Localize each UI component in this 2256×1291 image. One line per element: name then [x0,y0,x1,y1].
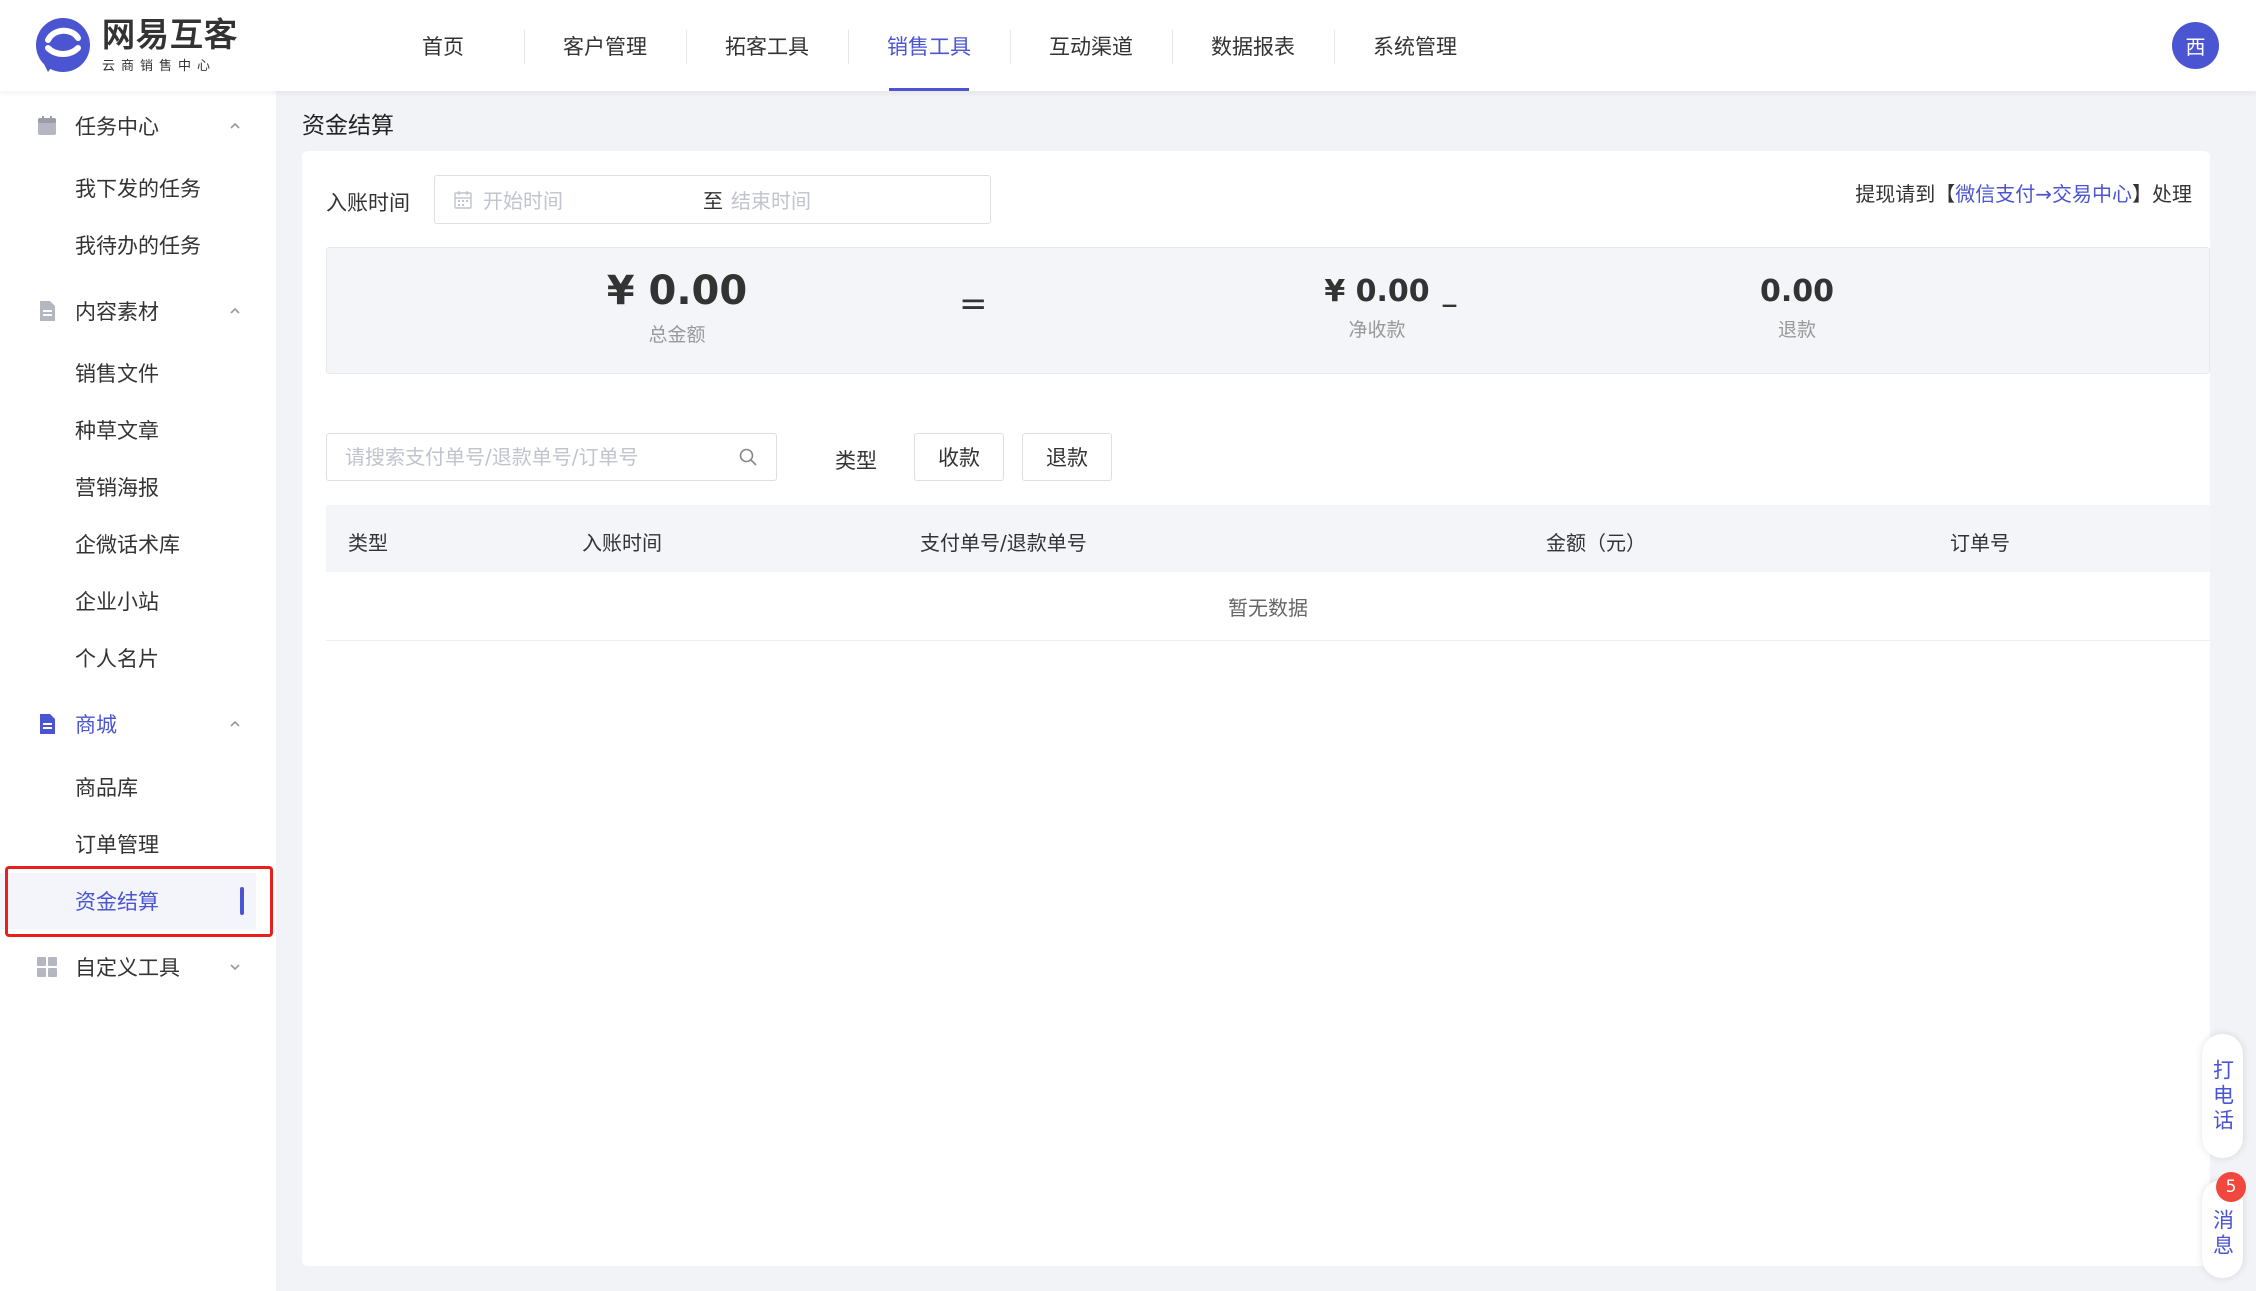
brand-logo[interactable]: 网易互客 云商销售中心 [34,16,238,74]
nav-customer-management[interactable]: 客户管理 [524,0,686,91]
sidebar-item-wecom-scripts[interactable]: 企微话术库 [0,516,256,572]
net-amount-value: ¥ 0.00 [1324,274,1430,309]
message-count-badge: 5 [2216,1172,2246,1202]
sidebar-item-my-todo-tasks[interactable]: 我待办的任务 [0,217,256,273]
minus-sign: – [1441,284,1458,324]
refund-amount-block: 0.00 退款 [1737,268,1857,342]
chevron-up-icon [230,307,240,314]
total-amount-block: ¥ 0.00 总金额 [587,268,767,347]
filter-label: 入账时间 [326,191,410,215]
calendar-icon [38,116,56,135]
total-amount-label: 总金额 [648,324,706,346]
wechat-pay-trade-center-link[interactable]: 微信支付→交易中心 [1955,182,2132,206]
search-box [326,433,777,481]
sidebar-group-mall[interactable]: 商城 [0,700,276,748]
sidebar-group-label: 内容素材 [75,300,159,324]
type-income-button[interactable]: 收款 [914,433,1004,481]
sidebar-item-product-library[interactable]: 商品库 [0,759,256,815]
document-icon [40,301,55,321]
sidebar-item-sales-files[interactable]: 销售文件 [0,345,256,401]
refund-amount-value: 0.00 [1759,274,1835,309]
type-refund-button[interactable]: 退款 [1022,433,1112,481]
calendar-icon [454,191,472,209]
table-empty-state: 暂无数据 [326,572,2210,641]
top-header: 网易互客 云商销售中心 首页 客户管理 拓客工具 销售工具 互动渠道 数据报表 … [0,0,2256,91]
column-header-type: 类型 [348,531,388,555]
net-amount-block: ¥ 0.00 净收款 [1297,268,1457,342]
chevron-down-icon [230,964,240,971]
search-input[interactable] [327,434,727,480]
withdraw-note-suffix: 】处理 [2132,182,2192,206]
chevron-up-icon [230,720,240,727]
search-icon[interactable] [738,447,758,467]
settlement-card: 入账时间 开始时间 至 结束时间 提现请到【微信支付→交易中心】处理 ¥ 0.0… [302,151,2210,1266]
refund-amount-label: 退款 [1777,319,1816,341]
amount-summary: ¥ 0.00 总金额 = ¥ 0.00 净收款 – 0.00 退款 [326,247,2210,374]
sidebar-group-label: 自定义工具 [75,956,180,980]
top-nav: 首页 客户管理 拓客工具 销售工具 互动渠道 数据报表 系统管理 [362,0,1496,91]
net-amount-label: 净收款 [1348,319,1406,341]
nav-data-reports[interactable]: 数据报表 [1172,0,1334,91]
nav-sales-tools[interactable]: 销售工具 [848,0,1010,91]
start-date-input[interactable]: 开始时间 [483,185,563,214]
withdraw-note-prefix: 提现请到【 [1855,182,1956,206]
sidebar-item-business-card[interactable]: 个人名片 [0,630,256,686]
sidebar-item-marketing-posters[interactable]: 营销海报 [0,459,256,515]
date-separator: 至 [703,189,723,213]
brand-subtitle: 云商销售中心 [102,58,217,74]
logo-icon [36,18,90,72]
column-header-posting-time: 入账时间 [582,531,662,555]
call-button[interactable]: 打电话 [2202,1034,2243,1158]
user-avatar[interactable]: 西 [2172,22,2219,69]
end-date-input[interactable]: 结束时间 [731,185,811,214]
sidebar-group-label: 商城 [75,713,117,737]
page-title: 资金结算 [302,113,394,139]
type-filter-label: 类型 [835,449,877,473]
sidebar-group-label: 任务中心 [75,115,159,139]
date-range-picker[interactable]: 开始时间 至 结束时间 [434,175,991,224]
grid-icon [37,957,57,977]
sidebar-item-my-issued-tasks[interactable]: 我下发的任务 [0,160,256,216]
column-header-amount: 金额（元） [1546,531,1646,555]
shop-doc-icon [40,714,55,734]
sidebar-item-fund-settlement[interactable]: 资金结算 [0,873,256,929]
nav-acquisition-tools[interactable]: 拓客工具 [686,0,848,91]
equals-sign: = [959,284,988,324]
nav-interaction-channels[interactable]: 互动渠道 [1010,0,1172,91]
chevron-up-icon [230,122,240,129]
sidebar-group-content-materials[interactable]: 内容素材 [0,287,276,335]
total-amount-value: ¥ 0.00 [606,268,748,314]
nav-system-management[interactable]: 系统管理 [1334,0,1496,91]
sidebar-item-order-management[interactable]: 订单管理 [0,816,256,872]
table-header: 类型 入账时间 支付单号/退款单号 金额（元） 订单号 [326,505,2210,572]
sidebar-item-seeding-articles[interactable]: 种草文章 [0,402,256,458]
withdraw-note: 提现请到【微信支付→交易中心】处理 [1855,178,2192,207]
column-header-payment-refund-no: 支付单号/退款单号 [920,531,1087,555]
sidebar-item-enterprise-site[interactable]: 企业小站 [0,573,256,629]
brand-title: 网易互客 [102,14,238,54]
sidebar-group-task-center[interactable]: 任务中心 [0,102,276,150]
call-button-label: 打电话 [2210,1058,2235,1134]
sidebar: 任务中心 我下发的任务 我待办的任务 内容素材 销售文件 种草文章 营销海报 企… [0,91,276,1291]
message-button-label: 消息 [2210,1209,2235,1259]
column-header-order-no: 订单号 [1950,531,2010,555]
nav-home[interactable]: 首页 [362,0,524,91]
sidebar-group-custom-tools[interactable]: 自定义工具 [0,943,276,991]
